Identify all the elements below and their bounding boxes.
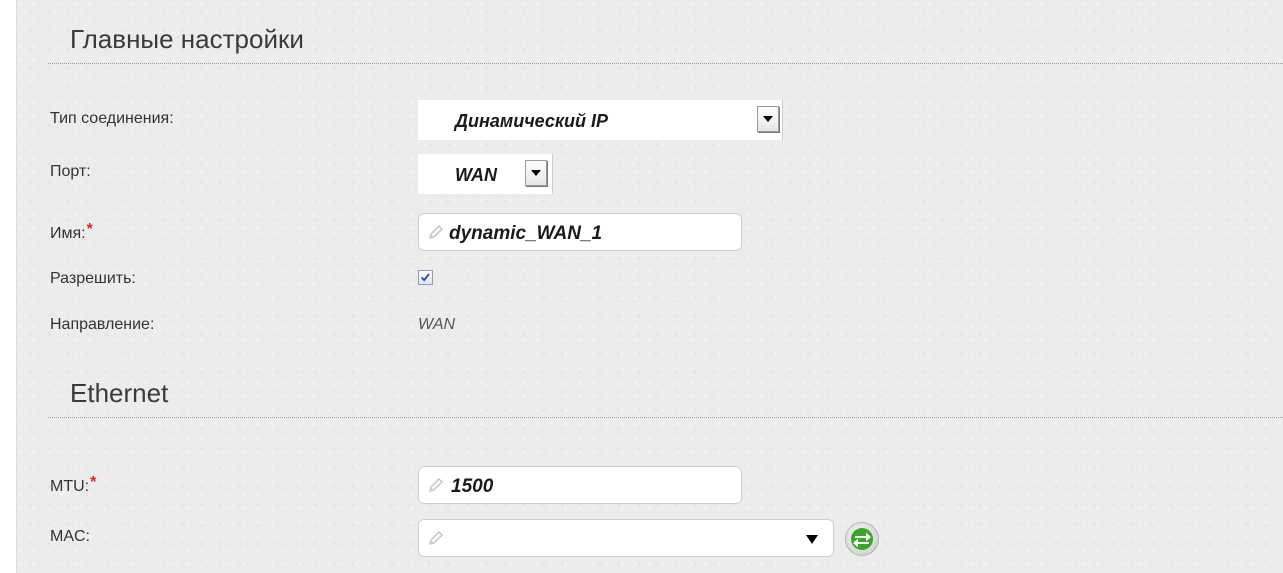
chevron-down-icon[interactable] [806, 535, 818, 544]
mac-combobox[interactable] [418, 519, 834, 557]
name-label: Имя:* [50, 221, 93, 243]
name-input-value: dynamic_WAN_1 [449, 223, 603, 244]
enable-checkbox[interactable] [418, 270, 433, 285]
pencil-icon [429, 531, 443, 545]
checkmark-icon [420, 273, 430, 282]
name-input[interactable]: dynamic_WAN_1 [418, 213, 742, 251]
direction-value: WAN [418, 316, 456, 333]
required-mark: * [90, 474, 97, 491]
chevron-down-icon[interactable] [757, 106, 779, 132]
port-label: Порт: [50, 163, 91, 180]
pencil-icon [429, 225, 443, 239]
connection-type-select[interactable]: Динамический IP [418, 100, 783, 140]
chevron-down-icon[interactable] [525, 160, 547, 186]
direction-label: Направление: [50, 316, 155, 333]
mtu-input[interactable]: 1500 [418, 466, 742, 504]
pencil-icon [429, 478, 443, 492]
port-value: WAN [455, 165, 497, 185]
refresh-mac-button[interactable] [845, 522, 879, 556]
section-title-main: Главные настройки [70, 24, 304, 54]
mtu-label-text: MTU: [50, 478, 90, 495]
connection-type-value: Динамический IP [455, 111, 609, 131]
section-divider [48, 417, 1283, 418]
mac-label: MAC: [50, 528, 90, 545]
required-mark: * [86, 221, 93, 238]
section-divider [48, 63, 1283, 64]
connection-type-label: Тип соединения: [50, 110, 174, 127]
name-label-text: Имя: [50, 225, 86, 242]
port-select[interactable]: WAN [418, 154, 553, 194]
mtu-input-value: 1500 [451, 476, 494, 497]
section-title-ethernet: Ethernet [70, 378, 169, 408]
enable-label: Разрешить: [50, 270, 136, 287]
swap-arrows-icon [851, 528, 873, 550]
mtu-label: MTU:* [50, 474, 96, 496]
